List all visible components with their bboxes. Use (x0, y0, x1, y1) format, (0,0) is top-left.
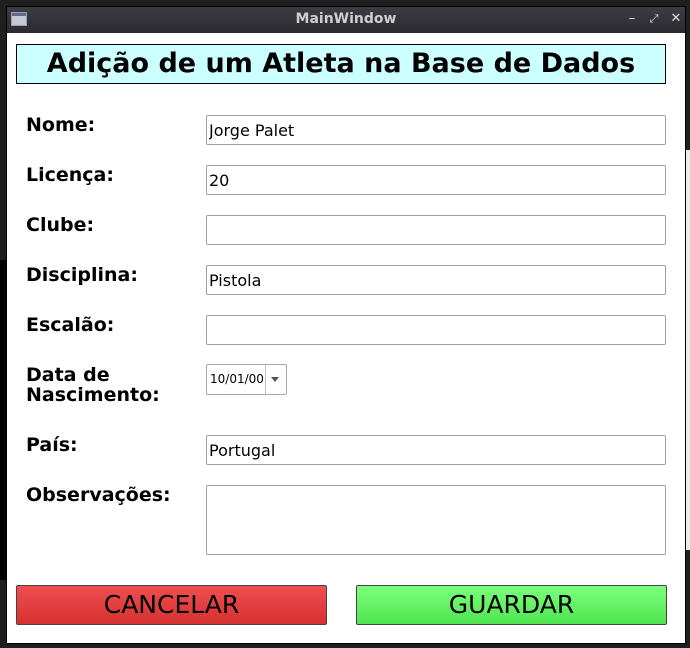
minimize-icon[interactable]: – (623, 10, 641, 28)
pais-label: País: (26, 434, 78, 456)
disciplina-input[interactable] (206, 265, 666, 295)
nascimento-date-value[interactable]: 10/01/00 (210, 372, 264, 386)
observacoes-label: Observações: (26, 484, 171, 506)
save-button[interactable]: GUARDAR (356, 585, 667, 625)
licenca-label: Licença: (26, 164, 114, 186)
main-window: MainWindow – ⤢ ✕ Adição de um Atleta na … (6, 6, 686, 644)
nascimento-label-line2: Nascimento: (26, 384, 160, 406)
window-title: MainWindow (295, 11, 397, 27)
observacoes-textarea[interactable] (206, 485, 666, 555)
escalao-input[interactable] (206, 315, 666, 345)
licenca-input[interactable] (206, 165, 666, 195)
title-bar[interactable]: MainWindow – ⤢ ✕ (7, 7, 685, 33)
escalao-label: Escalão: (26, 314, 115, 336)
disciplina-label: Disciplina: (26, 264, 138, 286)
nascimento-label-line1: Data de (26, 364, 110, 386)
nome-input[interactable] (206, 115, 666, 145)
cancel-button[interactable]: CANCELAR (16, 585, 327, 625)
pais-input[interactable] (206, 435, 666, 465)
date-picker-divider (265, 365, 266, 394)
chevron-down-icon[interactable] (271, 377, 279, 382)
nome-label: Nome: (26, 114, 96, 136)
clube-input[interactable] (206, 215, 666, 245)
clube-label: Clube: (26, 214, 95, 236)
maximize-icon[interactable]: ⤢ (645, 10, 663, 28)
nascimento-date-picker[interactable]: 10/01/00 (206, 364, 287, 395)
nascimento-label: Data de Nascimento: (26, 365, 160, 405)
close-icon[interactable]: ✕ (667, 10, 685, 28)
page-title: Adição de um Atleta na Base de Dados (16, 44, 666, 84)
